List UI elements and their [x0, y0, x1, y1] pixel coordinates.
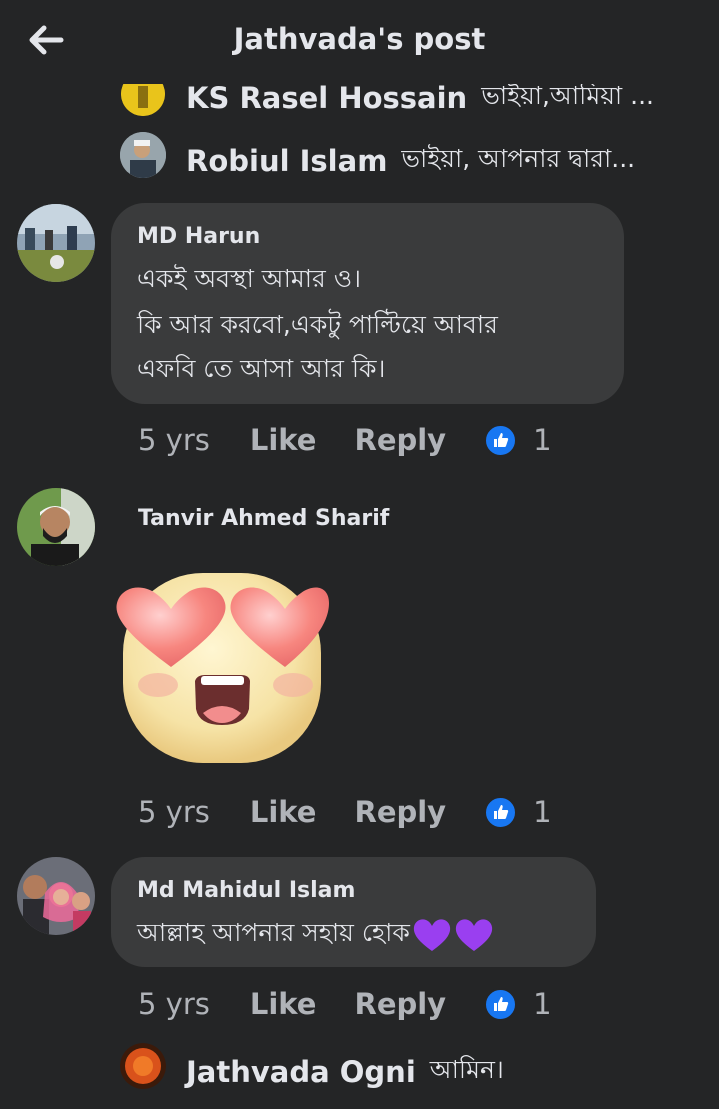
reply-text: ভাইয়া,আমিয়া ... [481, 84, 654, 110]
like-button[interactable]: Like [250, 795, 317, 829]
like-count: 1 [533, 423, 552, 457]
like-reaction-icon[interactable] [484, 987, 518, 1021]
avatar[interactable] [17, 204, 95, 282]
reply-author[interactable]: KS Rasel Hossain [186, 84, 467, 115]
like-reaction-icon[interactable] [484, 423, 518, 457]
comment-actions: 5 yrs Like Reply 1 [138, 420, 552, 460]
reply-clipped[interactable]: KS Rasel Hossain ভাইয়া,আমিয়া ... [0, 84, 719, 118]
comment-author[interactable]: Md Mahidul Islam [137, 878, 355, 903]
like-button[interactable]: Like [250, 423, 317, 457]
reply-button[interactable]: Reply [354, 423, 446, 457]
reply-button[interactable]: Reply [354, 987, 446, 1021]
avatar[interactable] [120, 1043, 166, 1089]
reply-author[interactable]: Robiul Islam [186, 144, 387, 178]
reply-button[interactable]: Reply [354, 795, 446, 829]
comment-text-line: আল্লাহ আপনার সহায় হোক [137, 918, 410, 947]
comment-actions: 5 yrs Like Reply 1 [138, 792, 552, 832]
reply-text: আমিন। [429, 1055, 504, 1084]
comment-bubble[interactable]: Md Mahidul Islam আল্লাহ আপনার সহায় হোক [111, 857, 596, 967]
like-reaction-icon[interactable] [484, 795, 518, 829]
comment-bubble[interactable]: MD Harun একই অবস্থা আমার ও। কি আর করবো,এ… [111, 203, 624, 404]
reply-author[interactable]: Jathvada Ogni [186, 1055, 416, 1089]
comment-text-line: একই অবস্থা আমার ও। [137, 264, 362, 293]
reply-text: ভাইয়া, আপনার দ্বারা... [401, 144, 636, 173]
purple-heart-icon [455, 918, 492, 951]
comment-text-line: কি আর করবো,একটু পাল্টিয়ে আবার [137, 310, 498, 339]
avatar[interactable] [120, 132, 166, 178]
comment-actions: 5 yrs Like Reply 1 [138, 984, 552, 1024]
page-title: Jathvada's post [233, 22, 486, 56]
purple-heart-icon [413, 918, 450, 951]
avatar[interactable] [17, 857, 95, 935]
avatar[interactable] [121, 84, 165, 116]
like-count: 1 [533, 795, 552, 829]
comment-time[interactable]: 5 yrs [138, 987, 210, 1021]
comment-time[interactable]: 5 yrs [138, 795, 210, 829]
like-count: 1 [533, 987, 552, 1021]
comment-text-line: এফবি তে আসা আর কি। [137, 354, 386, 383]
comment-author[interactable]: MD Harun [137, 224, 260, 249]
heart-eyes-sticker [113, 567, 331, 767]
comment-author[interactable]: Tanvir Ahmed Sharif [138, 506, 389, 531]
like-button[interactable]: Like [250, 987, 317, 1021]
avatar[interactable] [17, 488, 95, 566]
comment-time[interactable]: 5 yrs [138, 423, 210, 457]
heart-eyes-emoji-icon [116, 573, 329, 763]
